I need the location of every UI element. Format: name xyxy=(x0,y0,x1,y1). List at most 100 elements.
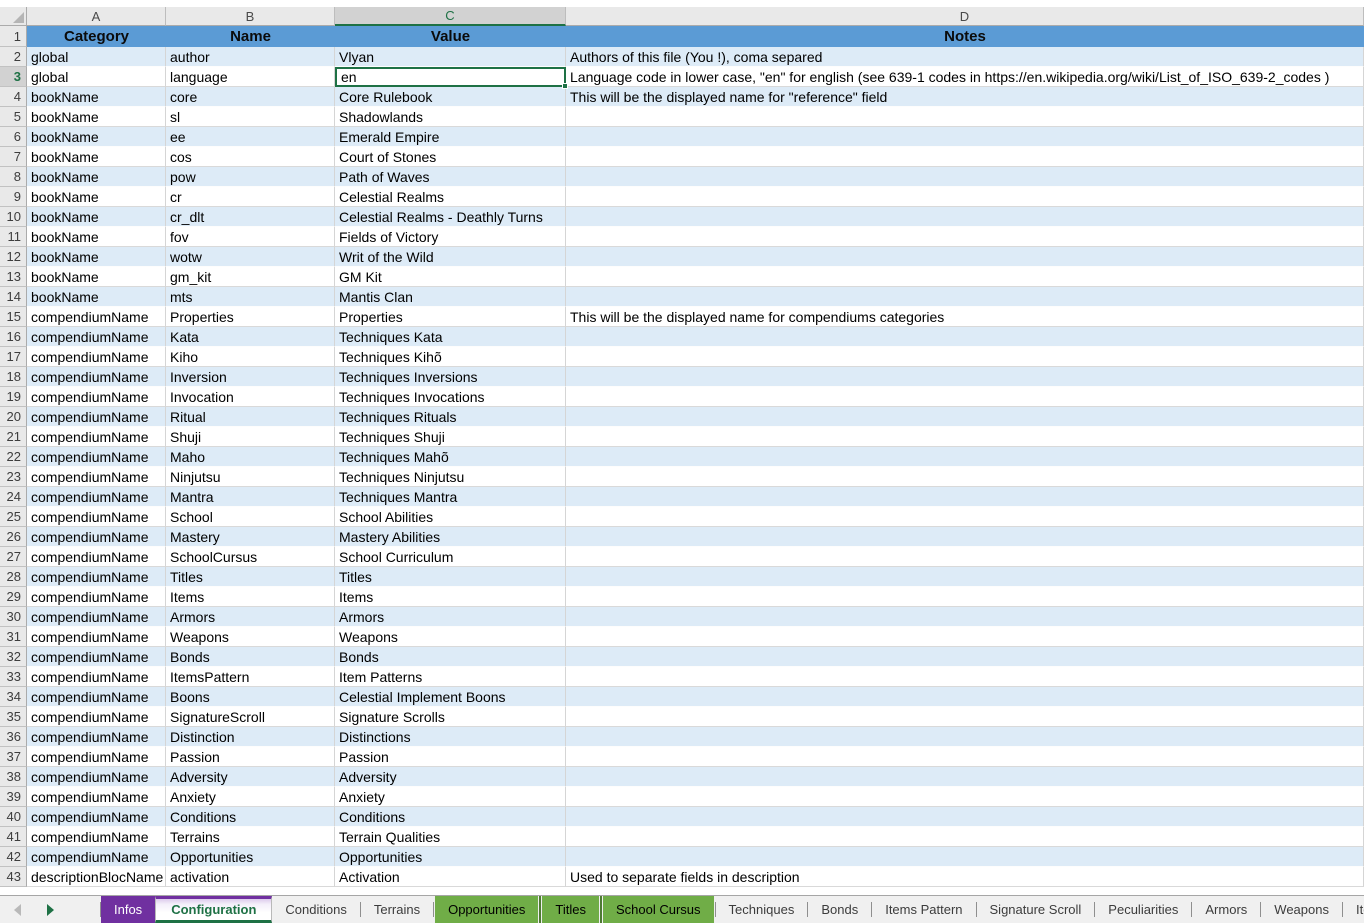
row-number[interactable]: 32 xyxy=(0,647,27,667)
cell-notes[interactable] xyxy=(566,747,1364,767)
cell-category[interactable]: compendiumName xyxy=(27,767,166,787)
cell-value[interactable]: Passion xyxy=(335,747,566,767)
cell-value[interactable]: Writ of the Wild xyxy=(335,247,566,267)
cell-category[interactable]: compendiumName xyxy=(27,347,166,367)
cell-name[interactable]: cos xyxy=(166,147,335,167)
cell-notes[interactable] xyxy=(566,107,1364,127)
sheet-tab-school-cursus[interactable]: School Cursus xyxy=(602,896,715,923)
cell-notes[interactable]: Authors of this file (You !), coma separ… xyxy=(566,47,1364,67)
row-number[interactable]: 43 xyxy=(0,867,27,887)
row-number[interactable]: 23 xyxy=(0,467,27,487)
sheet-tab-conditions[interactable]: Conditions xyxy=(272,896,359,923)
cell-name[interactable]: Mastery xyxy=(166,527,335,547)
cell-category[interactable]: compendiumName xyxy=(27,727,166,747)
sheet-tab-peculiarities[interactable]: Peculiarities xyxy=(1095,896,1191,923)
cell-name[interactable]: wotw xyxy=(166,247,335,267)
cell-value[interactable]: Armors xyxy=(335,607,566,627)
cell-category[interactable]: bookName xyxy=(27,107,166,127)
row-number[interactable]: 13 xyxy=(0,267,27,287)
header-value[interactable]: Value xyxy=(335,26,566,47)
cell-notes[interactable] xyxy=(566,427,1364,447)
cell-notes[interactable] xyxy=(566,207,1364,227)
cell-notes[interactable] xyxy=(566,627,1364,647)
cell-name[interactable]: Boons xyxy=(166,687,335,707)
cell-name[interactable]: fov xyxy=(166,227,335,247)
cell-name[interactable]: ItemsPattern xyxy=(166,667,335,687)
sheet-tab-items[interactable]: Items xyxy=(1343,896,1364,923)
cell-notes[interactable]: Language code in lower case, "en" for en… xyxy=(566,67,1364,87)
sheet-tab-techniques[interactable]: Techniques xyxy=(716,896,808,923)
cell-name[interactable]: Titles xyxy=(166,567,335,587)
sheet-tab-infos[interactable]: Infos xyxy=(101,896,155,923)
cell-value[interactable]: Techniques Invocations xyxy=(335,387,566,407)
row-number[interactable]: 27 xyxy=(0,547,27,567)
row-number[interactable]: 22 xyxy=(0,447,27,467)
cell-notes[interactable] xyxy=(566,647,1364,667)
cell-name[interactable]: cr_dlt xyxy=(166,207,335,227)
row-number[interactable]: 38 xyxy=(0,767,27,787)
header-name[interactable]: Name xyxy=(166,26,335,47)
cell-value[interactable]: Techniques Shuji xyxy=(335,427,566,447)
cell-name[interactable]: core xyxy=(166,87,335,107)
cell-category[interactable]: compendiumName xyxy=(27,847,166,867)
cell-name[interactable]: Adversity xyxy=(166,767,335,787)
cell-notes[interactable] xyxy=(566,467,1364,487)
cell-name[interactable]: Terrains xyxy=(166,827,335,847)
cell-value[interactable]: Distinctions xyxy=(335,727,566,747)
cell-name[interactable]: cr xyxy=(166,187,335,207)
cell-value[interactable]: Shadowlands xyxy=(335,107,566,127)
cell-category[interactable]: bookName xyxy=(27,187,166,207)
cell-value[interactable]: School Abilities xyxy=(335,507,566,527)
cell-notes[interactable] xyxy=(566,687,1364,707)
cell-value[interactable]: Fields of Victory xyxy=(335,227,566,247)
cell-category[interactable]: compendiumName xyxy=(27,367,166,387)
cell-name[interactable]: Mantra xyxy=(166,487,335,507)
cell-notes[interactable]: Used to separate fields in description xyxy=(566,867,1364,887)
row-number[interactable]: 9 xyxy=(0,187,27,207)
row-number[interactable]: 24 xyxy=(0,487,27,507)
column-header-d[interactable]: D xyxy=(566,7,1364,26)
cell-category[interactable]: bookName xyxy=(27,247,166,267)
cell-value[interactable]: Techniques Mantra xyxy=(335,487,566,507)
cell-name[interactable]: activation xyxy=(166,867,335,887)
sheet-tab-bonds[interactable]: Bonds xyxy=(808,896,871,923)
cell-category[interactable]: bookName xyxy=(27,127,166,147)
cell-category[interactable]: compendiumName xyxy=(27,327,166,347)
cell-notes[interactable] xyxy=(566,167,1364,187)
cell-notes[interactable] xyxy=(566,147,1364,167)
cell-value[interactable]: Techniques Rituals xyxy=(335,407,566,427)
cell-notes[interactable] xyxy=(566,547,1364,567)
cell-category[interactable]: compendiumName xyxy=(27,487,166,507)
cell-name[interactable]: Properties xyxy=(166,307,335,327)
cell-category[interactable]: compendiumName xyxy=(27,387,166,407)
cell-category[interactable]: global xyxy=(27,67,166,87)
cell-category[interactable]: compendiumName xyxy=(27,587,166,607)
cell-notes[interactable] xyxy=(566,767,1364,787)
cell-notes[interactable] xyxy=(566,447,1364,467)
cell-name[interactable]: SignatureScroll xyxy=(166,707,335,727)
cell-notes[interactable] xyxy=(566,607,1364,627)
row-number[interactable]: 12 xyxy=(0,247,27,267)
row-number[interactable]: 8 xyxy=(0,167,27,187)
row-number[interactable]: 16 xyxy=(0,327,27,347)
fill-handle[interactable] xyxy=(562,83,568,89)
cell-name[interactable]: SchoolCursus xyxy=(166,547,335,567)
header-notes[interactable]: Notes xyxy=(566,26,1364,47)
cell-category[interactable]: bookName xyxy=(27,167,166,187)
cell-name[interactable]: Items xyxy=(166,587,335,607)
cell-value[interactable]: Anxiety xyxy=(335,787,566,807)
cell-category[interactable]: compendiumName xyxy=(27,447,166,467)
cell-notes[interactable] xyxy=(566,347,1364,367)
cell-value[interactable]: Techniques Ninjutsu xyxy=(335,467,566,487)
cell-notes[interactable] xyxy=(566,127,1364,147)
sheet-tab-armors[interactable]: Armors xyxy=(1192,896,1260,923)
row-number[interactable]: 37 xyxy=(0,747,27,767)
cell-category[interactable]: bookName xyxy=(27,147,166,167)
cell-category[interactable]: compendiumName xyxy=(27,567,166,587)
cell-category[interactable]: compendiumName xyxy=(27,687,166,707)
cell-notes[interactable] xyxy=(566,807,1364,827)
cell-name[interactable]: Kiho xyxy=(166,347,335,367)
cell-value[interactable]: Celestial Implement Boons xyxy=(335,687,566,707)
sheet-tab-signature-scroll[interactable]: Signature Scroll xyxy=(977,896,1095,923)
cell-category[interactable]: compendiumName xyxy=(27,787,166,807)
